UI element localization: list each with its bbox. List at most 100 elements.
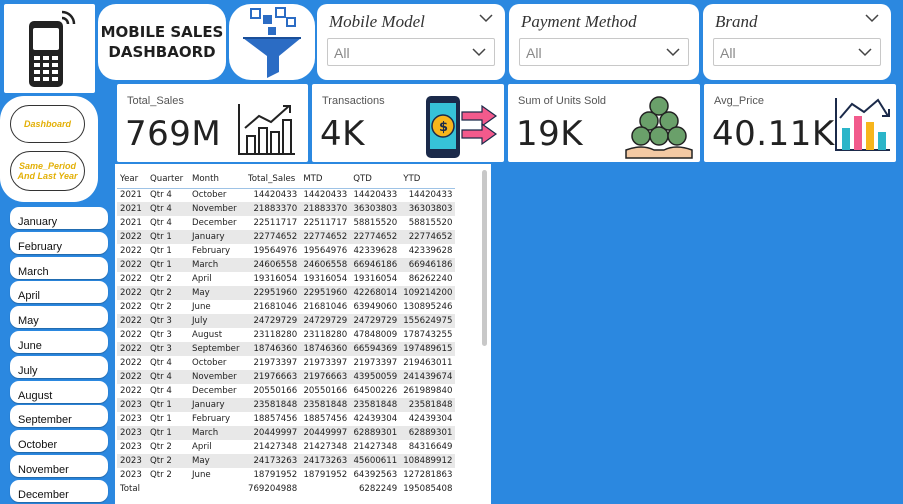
table-cell: Qtr 4 <box>150 190 172 201</box>
month-button-september[interactable]: September <box>10 405 108 428</box>
table-cell: 19316054 <box>253 274 298 284</box>
month-label: December <box>18 488 69 501</box>
nav-dashboard-button[interactable]: Dashboard <box>10 105 85 143</box>
month-button-december[interactable]: December <box>10 479 108 502</box>
table-cell: 2022 <box>117 258 147 272</box>
table-cell: 18746360 <box>245 342 301 356</box>
table-cell: 2022 <box>120 274 142 284</box>
column-header[interactable]: YTD <box>400 170 455 188</box>
table-cell: 19564976 <box>303 246 348 256</box>
slicer-brand[interactable]: Brand All <box>703 4 891 80</box>
slicer-brand-value: All <box>720 45 736 61</box>
month-button-march[interactable]: March <box>10 256 108 279</box>
month-button-january[interactable]: January <box>10 207 108 229</box>
table-cell: 21427348 <box>303 442 348 452</box>
chevron-down-icon[interactable] <box>666 48 680 57</box>
table-total-cell: Total <box>117 482 147 496</box>
table-row: 2021 Qtr 4 October 14420433 14420433 14420433… <box>117 188 455 202</box>
month-label: April <box>18 290 41 303</box>
nav-same-period-label-line2: And Last Year <box>17 171 78 181</box>
month-button-november[interactable]: November <box>10 455 108 477</box>
table-cell: 22774652 <box>400 230 456 244</box>
table-row: 2022 Qtr 4 November 21976663 21976663 4395005… <box>117 370 456 384</box>
month-button-april[interactable]: April <box>10 281 108 304</box>
table-cell: 18857456 <box>303 414 348 424</box>
month-button-may[interactable]: May <box>10 306 108 329</box>
month-label: August <box>18 389 53 402</box>
chevron-down-icon[interactable] <box>472 48 486 57</box>
table-cell: 21973397 <box>253 358 298 368</box>
table-cell: 42339628 <box>353 246 398 256</box>
table-row: 2022 Qtr 1 March 24606558 24606558 66946186 66… <box>117 258 456 272</box>
table-cell: 21681046 <box>303 302 348 312</box>
table-row: 2023 Qtr 2 June 18791952 18791952 64392563 127… <box>117 468 455 482</box>
column-header[interactable]: Quarter <box>147 170 189 188</box>
table-cell: Qtr 2 <box>150 470 172 480</box>
slicer-payment-method-dropdown[interactable]: All <box>519 38 689 66</box>
table-total-cell <box>189 482 245 496</box>
kpi-card-units-sold: Sum of Units Sold 19K <box>508 84 700 162</box>
table-cell: Qtr 1 <box>147 398 189 412</box>
table-cell: 261989840 <box>403 386 453 396</box>
table-cell: Qtr 2 <box>150 442 172 452</box>
table-cell: 64500226 <box>353 386 398 396</box>
table-header-row: Year Quarter Month Total_Sales MTD QTD YTD <box>117 170 456 188</box>
table-cell: Qtr 1 <box>147 426 189 440</box>
kpi-label: Sum of Units Sold <box>518 95 607 107</box>
table-cell: 23581848 <box>245 398 301 412</box>
table-row: 2022 Qtr 2 April 19316054 19316054 19316054 86… <box>117 272 455 286</box>
slicer-mobile-model[interactable]: Mobile Model All <box>317 4 505 80</box>
slicer-brand-dropdown[interactable]: All <box>713 38 881 66</box>
table-row: 2023 Qtr 1 March 20449997 20449997 62889301 62… <box>117 426 456 440</box>
chevron-down-icon[interactable] <box>858 48 872 57</box>
mobile-phone-logo <box>4 4 95 93</box>
table-cell: 42439304 <box>408 414 453 424</box>
payment-transfer-icon: $ <box>426 96 498 158</box>
slicer-mobile-model-dropdown[interactable]: All <box>327 38 495 66</box>
slicer-payment-method[interactable]: Payment Method All <box>509 4 699 80</box>
slicer-payment-method-value: All <box>526 45 542 61</box>
kpi-value: 4K <box>320 114 365 154</box>
table-cell: 2023 <box>117 398 147 412</box>
table-cell: Qtr 2 <box>147 454 189 468</box>
table-cell: 23581848 <box>350 398 401 412</box>
table-cell: 66594369 <box>350 342 401 356</box>
table-cell: 2023 <box>120 442 142 452</box>
table-cell: Qtr 3 <box>150 330 172 340</box>
month-button-july[interactable]: July <box>10 355 108 378</box>
sales-table-card: Year Quarter Month Total_Sales MTD QTD YTD 202… <box>115 164 491 504</box>
table-total-cell: 769204988 <box>245 482 301 496</box>
column-header[interactable]: Year <box>117 170 147 188</box>
table-cell: April <box>192 442 212 452</box>
column-header[interactable]: MTD <box>300 170 350 188</box>
table-cell: 62889301 <box>400 426 456 440</box>
month-button-august[interactable]: August <box>10 380 108 403</box>
chevron-down-icon[interactable] <box>479 14 493 23</box>
table-scrollbar[interactable] <box>482 170 487 346</box>
table-cell: 21976663 <box>300 370 351 384</box>
nav-same-period-label-line1: Same_Period <box>18 161 77 171</box>
table-cell: 2021 <box>117 202 147 216</box>
bar-growth-icon <box>238 104 295 155</box>
table-row: 2022 Qtr 3 July 24729729 24729729 24729729 155… <box>117 314 456 328</box>
table-cell: 66946186 <box>350 258 401 272</box>
table-cell: 21973397 <box>303 358 348 368</box>
column-header[interactable]: Total_Sales <box>245 170 300 188</box>
chevron-down-icon[interactable] <box>865 14 879 23</box>
table-cell: Qtr 3 <box>147 314 189 328</box>
table-cell: 63949060 <box>353 302 398 312</box>
column-header[interactable]: Month <box>189 170 245 188</box>
filter-funnel-card[interactable] <box>229 4 315 80</box>
nav-same-period-button[interactable]: Same_Period And Last Year <box>10 151 85 191</box>
month-button-february[interactable]: February <box>10 231 108 254</box>
table-cell: 19316054 <box>353 274 398 284</box>
month-label: February <box>18 240 63 253</box>
table-cell: 20550166 <box>303 386 348 396</box>
column-header[interactable]: QTD <box>350 170 400 188</box>
table-cell: August <box>192 330 223 340</box>
month-label: January <box>18 216 58 228</box>
table-cell: 18857456 <box>253 414 298 424</box>
month-button-june[interactable]: June <box>10 331 108 353</box>
month-button-october[interactable]: October <box>10 430 108 453</box>
table-cell: 14420433 <box>353 190 398 201</box>
